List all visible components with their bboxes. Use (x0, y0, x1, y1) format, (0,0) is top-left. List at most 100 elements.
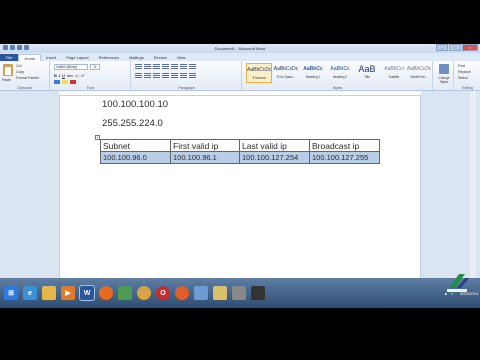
underline-button[interactable]: U (62, 73, 65, 78)
cell-first-valid-ip[interactable]: 100.100.96.1 (170, 151, 240, 164)
style-subtitle[interactable]: AaBbCcl Subtitle (381, 63, 407, 83)
font-group: Calibri (Body) 11 B I U abc x₂ x² Font (51, 61, 131, 91)
style-heading-1[interactable]: AaBbCc Heading 1 (300, 63, 326, 83)
header-broadcast-ip[interactable]: Broadcast ip (309, 139, 380, 152)
cell-subnet[interactable]: 100.100.96.0 (100, 151, 171, 164)
multilevel-list-icon[interactable] (153, 64, 160, 69)
superscript-button[interactable]: x² (81, 73, 84, 78)
tab-file[interactable]: File (0, 54, 19, 61)
format-painter-button[interactable]: Format Painter (16, 75, 39, 81)
numbering-icon[interactable] (144, 64, 151, 69)
show-formatting-icon[interactable] (189, 64, 196, 69)
tab-insert[interactable]: Insert (41, 54, 61, 61)
increase-indent-icon[interactable] (171, 64, 178, 69)
internet-explorer-icon[interactable]: e (23, 286, 37, 300)
paint-icon[interactable] (118, 286, 132, 300)
replace-button[interactable]: Replace (458, 70, 471, 74)
style-preview: AaBbCcDc (406, 66, 432, 72)
line-spacing-icon[interactable] (171, 73, 178, 78)
tab-home[interactable]: Home (18, 54, 42, 61)
align-right-icon[interactable] (153, 73, 160, 78)
paragraph-group-label: Paragraph (178, 86, 195, 90)
font-color-icon[interactable] (70, 80, 76, 84)
word-window: Document1 - Microsoft Word – □ × File Ho… (0, 44, 480, 306)
subscript-button[interactable]: x₂ (75, 73, 79, 78)
maximize-button[interactable]: □ (449, 44, 461, 51)
document-page[interactable]: 100.100.100.10 255.255.224.0 + Subnet Fi… (59, 96, 421, 298)
minimize-button[interactable]: – (436, 44, 448, 51)
tab-view[interactable]: View (172, 54, 191, 61)
highlight-color-icon[interactable] (62, 80, 68, 84)
vertical-scrollbar[interactable] (470, 91, 476, 298)
ip-address-text[interactable]: 100.100.100.10 (102, 99, 168, 110)
styles-group-label: Styles (332, 86, 343, 90)
style-subtle-emphasis[interactable]: AaBbCcDc Subtle Em... (406, 63, 432, 83)
style-preview: AaBbCc (303, 66, 323, 72)
media-player-icon[interactable]: ▶ (61, 286, 75, 300)
firefox-icon[interactable] (99, 286, 113, 300)
close-button[interactable]: × (462, 44, 478, 51)
style-preview: AaBbCc (330, 66, 350, 72)
text-effects-icon[interactable] (54, 80, 60, 84)
table-header-row: Subnet First valid ip Last valid ip Broa… (100, 139, 380, 152)
change-styles-icon[interactable] (439, 64, 449, 74)
clipboard-group: Paste Cut Copy Format Painter Clipboard (0, 61, 50, 91)
style-title[interactable]: AaB Title (354, 63, 380, 83)
subnet-mask-text[interactable]: 255.255.224.0 (102, 118, 163, 129)
tab-mailings[interactable]: Mailings (124, 54, 149, 61)
cell-last-valid-ip[interactable]: 100.100.127.254 (239, 151, 310, 164)
align-left-icon[interactable] (135, 73, 142, 78)
style-name: Title (364, 75, 370, 79)
chrome-icon[interactable] (137, 286, 151, 300)
styles-group: AaBbCcDc ¶ Normal AaBbCcDc ¶ No Spaci...… (243, 61, 433, 91)
change-styles-button[interactable]: Change Styles (435, 76, 453, 84)
style-no-spacing[interactable]: AaBbCcDc ¶ No Spaci... (273, 63, 299, 83)
cell-broadcast-ip[interactable]: 100.100.127.255 (309, 151, 380, 164)
font-size-select[interactable]: 11 (90, 64, 100, 70)
app-icon[interactable] (251, 286, 265, 300)
paste-button[interactable]: Paste (2, 78, 11, 82)
sort-icon[interactable] (180, 64, 187, 69)
style-name: ¶ No Spaci... (276, 75, 296, 79)
calculator-icon[interactable] (232, 286, 246, 300)
firefox-2-icon[interactable] (175, 286, 189, 300)
folder-icon[interactable] (42, 286, 56, 300)
find-button[interactable]: Find (458, 64, 465, 68)
title-bar: Document1 - Microsoft Word – □ × (0, 44, 480, 53)
header-last-valid-ip[interactable]: Last valid ip (239, 139, 310, 152)
style-name: Subtle Em... (410, 75, 428, 79)
opera-icon[interactable]: O (156, 286, 170, 300)
folder-2-icon[interactable] (213, 286, 227, 300)
strikethrough-button[interactable]: abc (67, 73, 73, 78)
watermark-logo-icon (447, 274, 469, 292)
header-first-valid-ip[interactable]: First valid ip (170, 139, 240, 152)
style-normal[interactable]: AaBbCcDc ¶ Normal (246, 63, 272, 83)
font-group-label: Font (86, 86, 94, 90)
style-name: Subtitle (388, 75, 400, 79)
italic-button[interactable]: I (59, 73, 60, 78)
change-styles-group: Change Styles (434, 61, 454, 91)
clipboard-group-label: Clipboard (17, 86, 32, 90)
bullets-icon[interactable] (135, 64, 142, 69)
shading-icon[interactable] (180, 73, 187, 78)
start-button[interactable]: ⊞ (4, 286, 18, 300)
tab-references[interactable]: References (94, 54, 124, 61)
subnet-table[interactable]: Subnet First valid ip Last valid ip Broa… (100, 139, 380, 164)
photos-icon[interactable] (194, 286, 208, 300)
word-taskbar-icon[interactable]: W (79, 285, 95, 301)
style-heading-2[interactable]: AaBbCc Heading 2 (327, 63, 353, 83)
select-button[interactable]: Select (458, 76, 468, 80)
borders-icon[interactable] (189, 73, 196, 78)
style-preview: AaBbCcl (384, 66, 404, 72)
header-subnet[interactable]: Subnet (100, 139, 171, 152)
tab-review[interactable]: Review (149, 54, 172, 61)
paste-icon[interactable] (3, 64, 13, 76)
bold-button[interactable]: B (54, 73, 57, 78)
decrease-indent-icon[interactable] (162, 64, 169, 69)
align-center-icon[interactable] (144, 73, 151, 78)
font-name-select[interactable]: Calibri (Body) (54, 64, 88, 70)
editing-group-label: Editing (462, 86, 473, 90)
window-title: Document1 - Microsoft Word (214, 46, 266, 51)
tab-page-layout[interactable]: Page Layout (61, 54, 93, 61)
justify-icon[interactable] (162, 73, 169, 78)
